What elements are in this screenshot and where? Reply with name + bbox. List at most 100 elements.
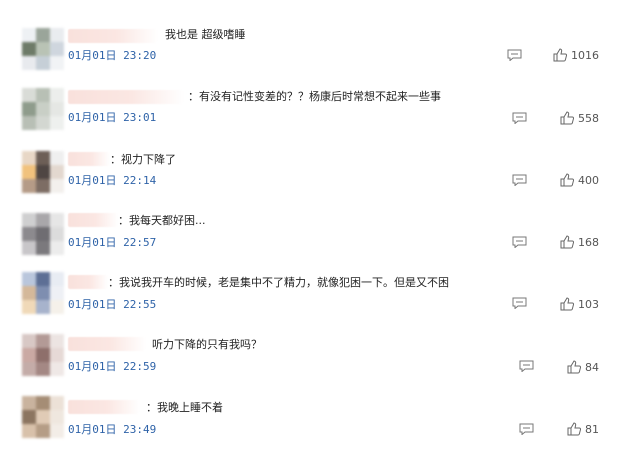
comment-reply-icon[interactable] (512, 236, 527, 248)
avatar-pixel (36, 28, 50, 42)
thumbs-up-icon (567, 360, 581, 374)
avatar-pixel (36, 42, 50, 56)
username-blurred[interactable] (68, 275, 108, 289)
avatar-pixel (22, 42, 36, 56)
avatar-pixel (50, 396, 64, 410)
comment-text: 听力下降的只有我吗？ (152, 338, 262, 351)
like-button[interactable]: 103 (560, 297, 599, 311)
avatar-pixel (50, 28, 64, 42)
like-count: 558 (578, 111, 599, 125)
like-button[interactable]: 81 (567, 422, 599, 436)
avatar-pixel (22, 334, 36, 348)
avatar-pixel (36, 272, 50, 286)
comment-item: 听力下降的只有我吗？ 01月01日 22:59 84 (0, 329, 638, 389)
avatar-pixel (50, 42, 64, 56)
thumbs-up-icon (560, 111, 574, 125)
avatar-pixel (50, 56, 64, 70)
avatar[interactable] (22, 213, 64, 255)
avatar-pixel (22, 396, 36, 410)
comment-reply-icon[interactable] (512, 297, 527, 309)
avatar[interactable] (22, 396, 64, 438)
avatar[interactable] (22, 151, 64, 193)
comment-reply-icon[interactable] (519, 360, 534, 372)
username-blurred[interactable] (68, 29, 158, 43)
avatar-pixel (22, 410, 36, 424)
comment-text: ：有没有记性变差的？？杨康后时常想不起来一些事 (188, 90, 441, 103)
avatar-pixel (50, 410, 64, 424)
thumbs-up-icon (560, 235, 574, 249)
like-count: 1016 (571, 48, 599, 62)
thumbs-up-icon (567, 422, 581, 436)
avatar-pixel (50, 334, 64, 348)
comment-reply-icon[interactable] (519, 423, 534, 435)
avatar-pixel (22, 179, 36, 193)
avatar[interactable] (22, 334, 64, 376)
username-blurred[interactable] (68, 337, 146, 351)
avatar-pixel (36, 102, 50, 116)
thumbs-up-icon (560, 173, 574, 187)
thumbs-up-icon (553, 48, 567, 62)
avatar-pixel (50, 88, 64, 102)
comment-text: ：我晚上睡不着 (146, 401, 223, 414)
like-button[interactable]: 168 (560, 235, 599, 249)
comment-text: ：我说我开车的时候，老是集中不了精力，就像犯困一下。但是又不困 (108, 276, 449, 289)
avatar-pixel (36, 410, 50, 424)
comment-reply-icon[interactable] (507, 49, 522, 61)
avatar-pixel (22, 28, 36, 42)
avatar-pixel (36, 213, 50, 227)
comment-time: 01月01日 22:59 (68, 360, 157, 373)
comment-reply-icon[interactable] (512, 112, 527, 124)
comment-item: ：我每天都好困... 01月01日 22:57 168 (0, 205, 638, 265)
avatar-pixel (50, 362, 64, 376)
avatar-pixel (36, 241, 50, 255)
avatar-pixel (22, 56, 36, 70)
comment-item: 我也是 超级嗜睡 01月01日 23:20 1016 (0, 18, 638, 78)
avatar-pixel (36, 56, 50, 70)
avatar-pixel (36, 334, 50, 348)
like-count: 81 (585, 422, 599, 436)
username-blurred[interactable] (68, 213, 118, 227)
username-blurred[interactable] (68, 90, 184, 104)
avatar[interactable] (22, 88, 64, 130)
avatar[interactable] (22, 28, 64, 70)
avatar-pixel (36, 179, 50, 193)
avatar-pixel (50, 102, 64, 116)
avatar-pixel (50, 272, 64, 286)
avatar-pixel (50, 151, 64, 165)
username-blurred[interactable] (68, 400, 140, 414)
comment-item: ：有没有记性变差的？？杨康后时常想不起来一些事 01月01日 23:01 558 (0, 80, 638, 140)
avatar-pixel (22, 300, 36, 314)
avatar-pixel (50, 116, 64, 130)
avatar-pixel (36, 300, 50, 314)
comment-time: 01月01日 23:49 (68, 423, 157, 436)
avatar-pixel (22, 272, 36, 286)
avatar-pixel (22, 165, 36, 179)
comment-item: ：我晚上睡不着 01月01日 23:49 81 (0, 391, 638, 451)
avatar-pixel (50, 286, 64, 300)
avatar-pixel (50, 179, 64, 193)
like-button[interactable]: 558 (560, 111, 599, 125)
avatar-pixel (36, 362, 50, 376)
like-button[interactable]: 1016 (553, 48, 599, 62)
comment-text: ：我每天都好困... (118, 214, 206, 227)
like-button[interactable]: 400 (560, 173, 599, 187)
comment-time: 01月01日 22:14 (68, 174, 157, 187)
comment-time: 01月01日 22:55 (68, 298, 157, 311)
avatar-pixel (50, 348, 64, 362)
avatar-pixel (36, 396, 50, 410)
avatar-pixel (36, 165, 50, 179)
like-count: 84 (585, 360, 599, 374)
avatar-pixel (22, 116, 36, 130)
avatar[interactable] (22, 272, 64, 314)
avatar-pixel (50, 165, 64, 179)
comment-item: ：我说我开车的时候，老是集中不了精力，就像犯困一下。但是又不困 01月01日 2… (0, 267, 638, 327)
username-blurred[interactable] (68, 152, 110, 166)
avatar-pixel (22, 424, 36, 438)
comment-time: 01月01日 23:01 (68, 111, 157, 124)
avatar-pixel (50, 424, 64, 438)
avatar-pixel (22, 286, 36, 300)
comment-reply-icon[interactable] (512, 174, 527, 186)
avatar-pixel (36, 348, 50, 362)
like-button[interactable]: 84 (567, 360, 599, 374)
like-count: 103 (578, 297, 599, 311)
